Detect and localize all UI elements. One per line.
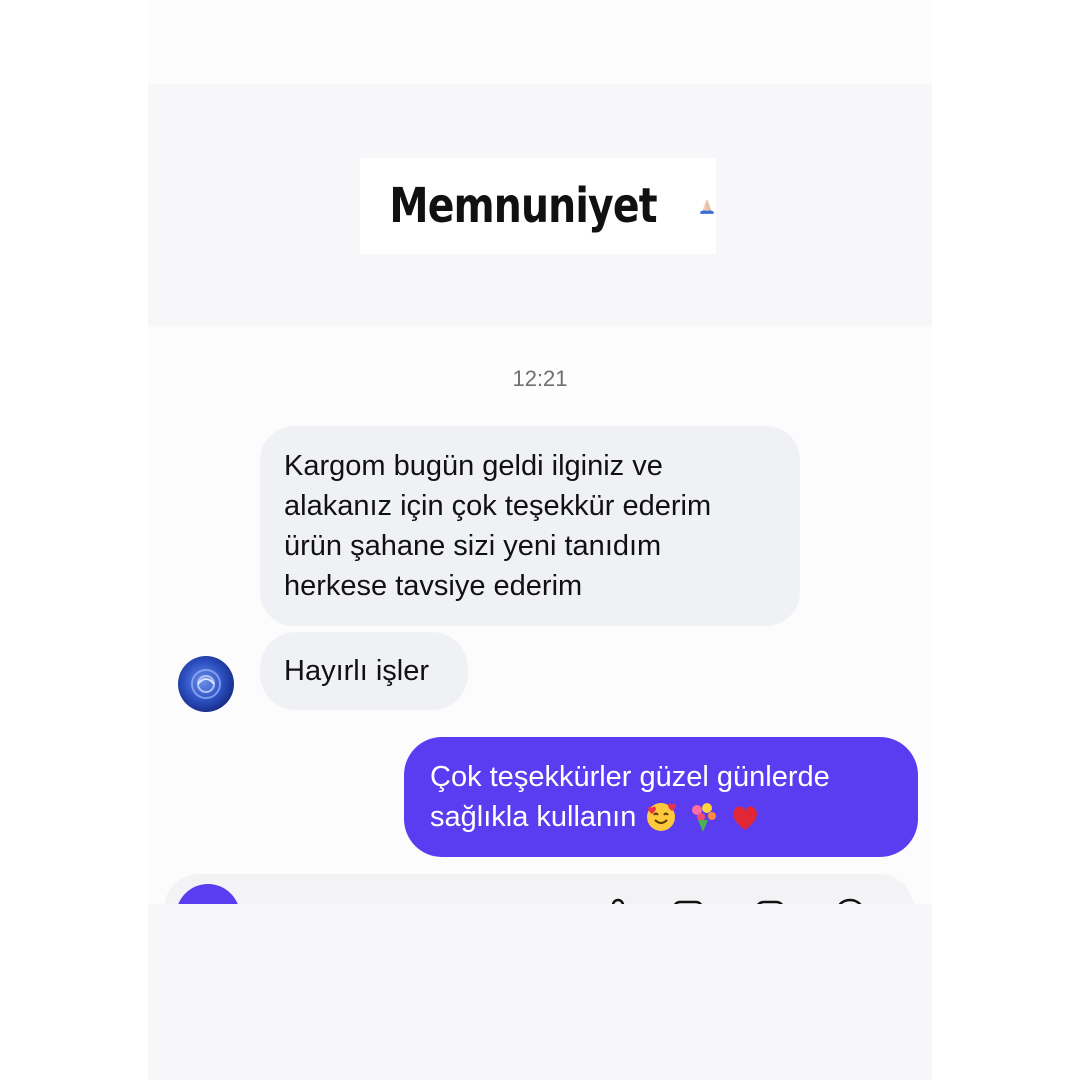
outgoing-message-bubble[interactable]: Çok teşekkürler güzel günlerde sağlıkla … [404,737,918,857]
blue-rose-icon [191,669,221,699]
message-line: Çok teşekkürler güzel günlerde [430,761,830,793]
message-line-with-emojis: sağlıkla kullanın [430,797,892,837]
message-line: ürün şahane sizi yeni tanıdım [284,530,662,562]
smiling-face-with-hearts-icon [647,803,677,831]
page-title: Memnuniyet [389,178,657,234]
message-line: herkese tavsiye ederim [284,570,583,602]
message-text: sağlıkla kullanın [430,801,637,833]
folded-hands-icon [700,199,714,214]
contact-avatar[interactable] [178,656,234,712]
message-line: alakanız için çok teşekkür ederim [284,490,712,522]
bouquet-icon [692,803,717,832]
message-text: Hayırlı işler [284,654,430,687]
message-line: Kargom bugün geldi ilginiz ve [284,450,663,482]
title-card: Memnuniyet [360,158,716,254]
incoming-message-bubble[interactable]: Hayırlı işler [260,632,468,710]
incoming-message-bubble[interactable]: Kargom bugün geldi ilginiz ve alakanız i… [260,426,800,626]
message-timestamp: 12:21 [512,366,568,391]
red-heart-icon [733,806,758,830]
bottom-panel [148,904,932,1080]
